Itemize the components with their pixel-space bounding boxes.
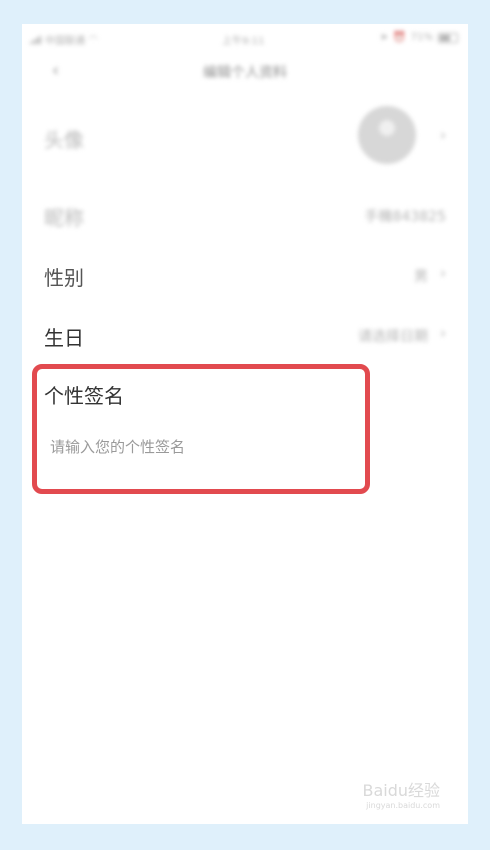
avatar-label: 头像 — [44, 128, 84, 152]
wifi-icon: ◠ — [89, 34, 98, 45]
gender-label: 性别 — [44, 266, 84, 290]
chevron-right-icon: › — [440, 264, 446, 282]
nickname-label: 昵称 — [44, 206, 84, 230]
birthday-value: 请选择日期 — [358, 329, 428, 345]
gender-value: 男 — [414, 269, 428, 285]
carrier-text: 中国联通 — [45, 36, 85, 47]
alarm-icon: ⏰ — [393, 32, 406, 43]
battery-percent: 71% — [410, 32, 433, 43]
avatar[interactable] — [358, 106, 416, 164]
chevron-right-icon: › — [440, 126, 446, 144]
location-icon: ➤ — [379, 32, 389, 43]
signal-icon — [30, 35, 41, 44]
nav-bar: ‹ 编辑个人资料 — [22, 54, 468, 90]
status-time: 上午9:11 — [222, 36, 265, 47]
page-title: 编辑个人资料 — [203, 65, 287, 81]
phone-screen: 中国联通 ◠ 上午9:11 ➤ ⏰ 71% ‹ 编辑个人资料 头像 › 昵称 手… — [22, 24, 468, 824]
baidu-watermark: Baidu经验 jingyan.baidu.com — [362, 777, 440, 810]
status-bar: 中国联通 ◠ 上午9:11 ➤ ⏰ 71% — [22, 28, 468, 50]
signature-input[interactable] — [44, 434, 356, 460]
user-icon — [379, 120, 395, 136]
chevron-right-icon: › — [440, 324, 446, 342]
birthday-label: 生日 — [44, 326, 84, 350]
watermark-brand: Baidu经验 — [362, 781, 440, 800]
watermark-url: jingyan.baidu.com — [366, 801, 440, 810]
nickname-value: 手機843825 — [364, 209, 446, 225]
signature-label: 个性签名 — [44, 384, 124, 408]
battery-icon — [438, 32, 458, 43]
